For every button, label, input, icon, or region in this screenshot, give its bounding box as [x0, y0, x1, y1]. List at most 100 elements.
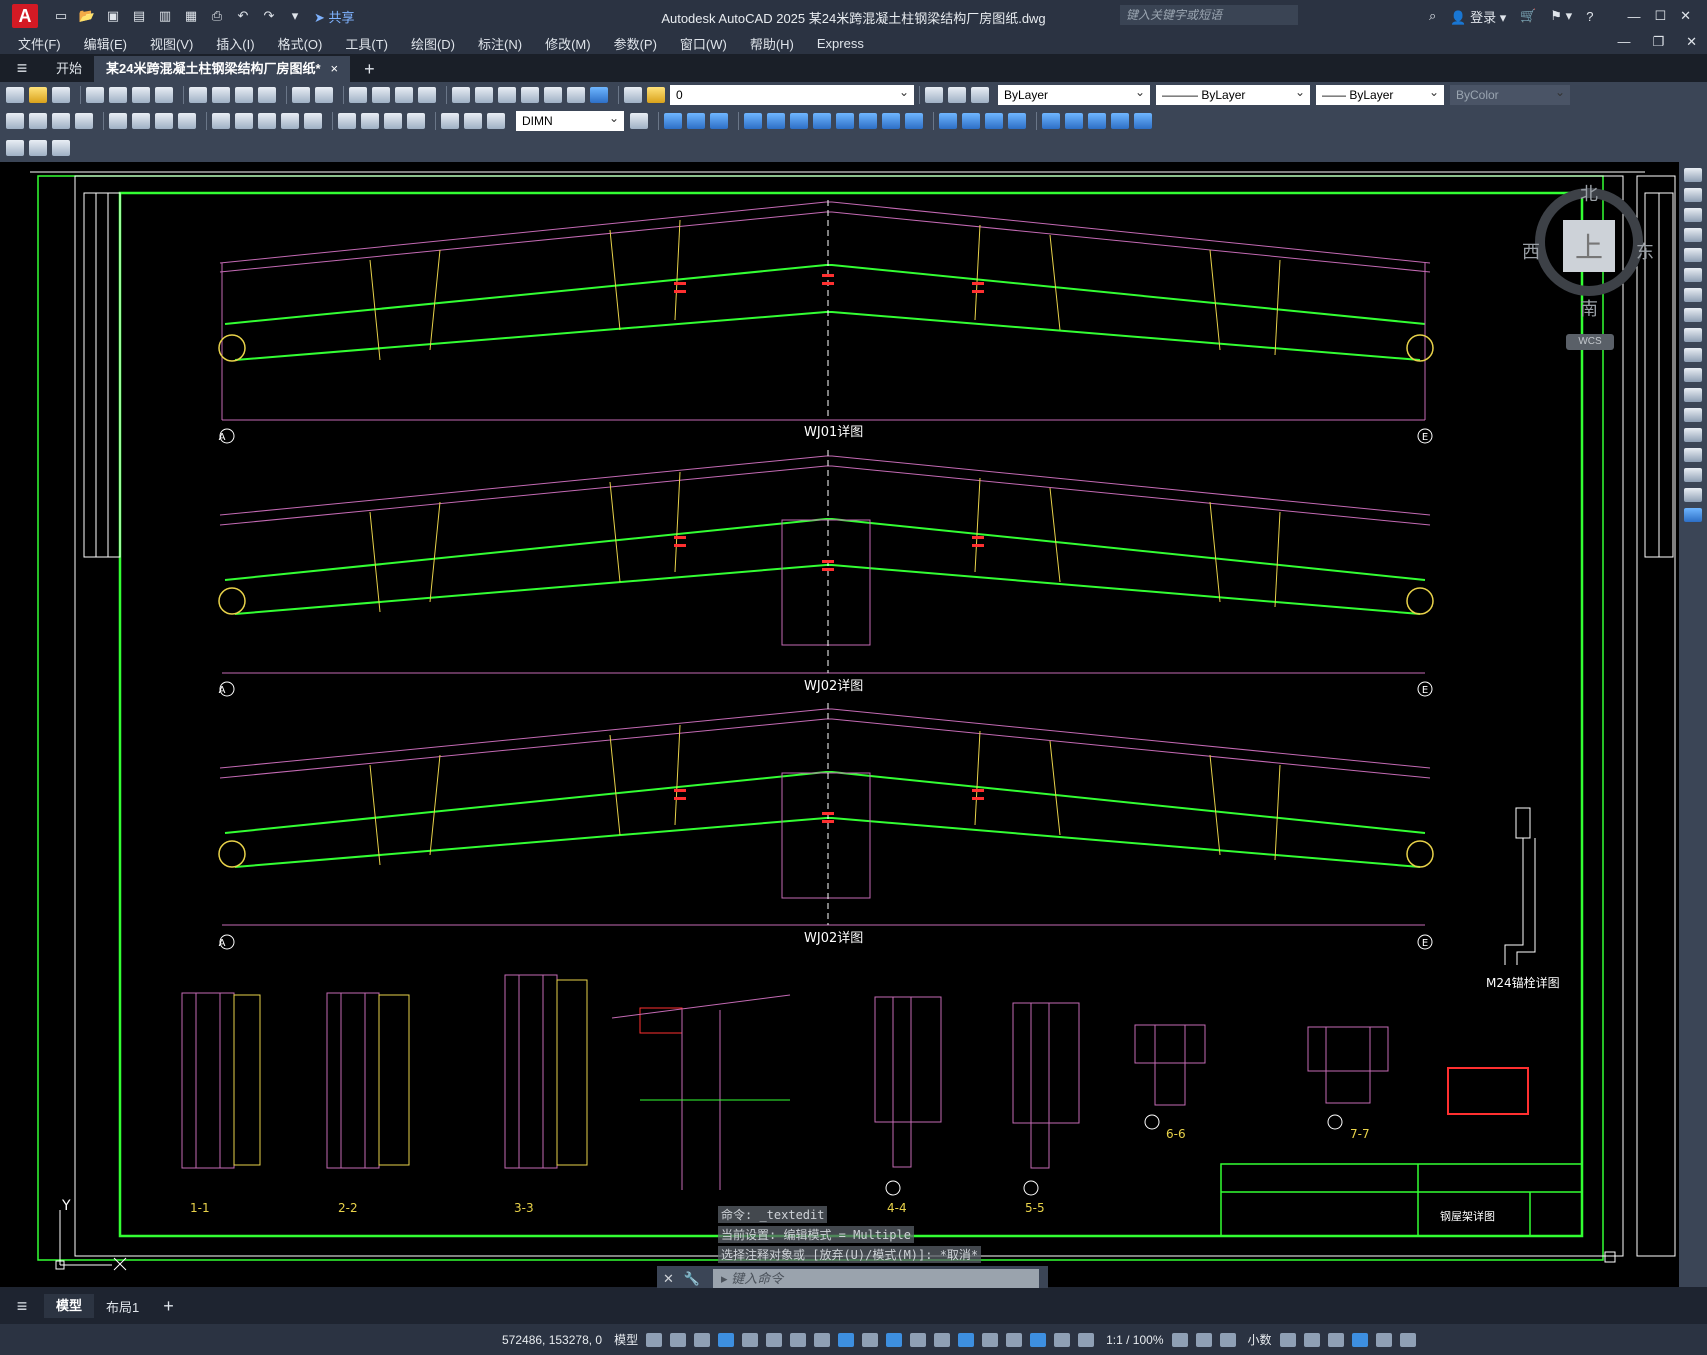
- layer-bulb-icon[interactable]: [647, 87, 665, 103]
- dim-aligned-icon[interactable]: [29, 113, 47, 129]
- modify-explode-icon[interactable]: [1042, 113, 1060, 129]
- menu-edit[interactable]: 编辑(E): [84, 34, 127, 53]
- sheet-set-icon[interactable]: [521, 87, 539, 103]
- menu-express[interactable]: Express: [817, 36, 864, 51]
- object-snap-icon[interactable]: [838, 1332, 855, 1347]
- paste-icon[interactable]: [235, 87, 253, 103]
- dimstyle-manager-icon[interactable]: [630, 113, 648, 129]
- break-icon[interactable]: [1684, 408, 1702, 422]
- lineweight-icon[interactable]: [862, 1332, 879, 1347]
- draworder-front-icon[interactable]: [1088, 113, 1106, 129]
- selection-cycling-icon[interactable]: [910, 1332, 927, 1347]
- modify-trim-icon[interactable]: [882, 113, 900, 129]
- design-center-icon[interactable]: [475, 87, 493, 103]
- dim-break-icon[interactable]: [304, 113, 322, 129]
- fillet-icon[interactable]: [1684, 468, 1702, 482]
- minimize-icon[interactable]: —: [1627, 9, 1640, 24]
- redo-icon[interactable]: ↷: [260, 8, 278, 24]
- block-insert-icon[interactable]: [29, 140, 47, 156]
- help-button[interactable]: ?: [1586, 9, 1593, 24]
- customize-dropdown-icon[interactable]: ▾: [286, 8, 304, 24]
- command-input[interactable]: ▸ 键入命令: [713, 1269, 1039, 1289]
- inspection-icon[interactable]: [384, 113, 402, 129]
- zoom-realtime-icon[interactable]: [372, 87, 390, 103]
- transparency-icon[interactable]: [886, 1332, 903, 1347]
- modify-stretch-icon[interactable]: [859, 113, 877, 129]
- menu-parametric[interactable]: 参数(P): [614, 34, 657, 53]
- annotation-visibility-icon[interactable]: [1030, 1332, 1047, 1347]
- coordinate-readout[interactable]: 572486, 153278, 0: [502, 1333, 602, 1347]
- qsave-icon[interactable]: [52, 87, 70, 103]
- dim-jogged-icon[interactable]: [132, 113, 150, 129]
- new-file-icon[interactable]: ▭: [52, 8, 70, 24]
- layout-menu-icon[interactable]: ≡: [0, 1294, 44, 1318]
- array-icon[interactable]: [1684, 248, 1702, 262]
- stretch-icon[interactable]: [1684, 328, 1702, 342]
- center-mark-icon[interactable]: [361, 113, 379, 129]
- draworder-back-icon[interactable]: [1111, 113, 1129, 129]
- modify-array-icon[interactable]: [767, 113, 785, 129]
- save-as-icon[interactable]: ▤: [130, 8, 148, 24]
- tool-palettes-icon[interactable]: [498, 87, 516, 103]
- autocad-logo-icon[interactable]: A: [12, 4, 38, 28]
- layer-state-icon[interactable]: [971, 87, 989, 103]
- help-search-input[interactable]: 键入关键字或短语: [1120, 5, 1298, 25]
- layer-properties-icon[interactable]: [624, 87, 642, 103]
- lock-ui-icon[interactable]: [1303, 1332, 1320, 1347]
- copy-icon[interactable]: [212, 87, 230, 103]
- dim-continue-icon[interactable]: [258, 113, 276, 129]
- undo-icon[interactable]: ↶: [234, 8, 252, 24]
- polar-tracking-icon[interactable]: [766, 1332, 783, 1347]
- save-to-web-icon[interactable]: ▦: [182, 8, 200, 24]
- tab-close-icon[interactable]: ×: [331, 61, 339, 76]
- dim-edit-icon[interactable]: [441, 113, 459, 129]
- new-tab-button[interactable]: +: [350, 56, 389, 82]
- plot-tool-icon[interactable]: [86, 87, 104, 103]
- annotation-scale-value[interactable]: 1:1 / 100%: [1106, 1333, 1163, 1347]
- dim-update-icon[interactable]: [487, 113, 505, 129]
- annotation-scale-icon[interactable]: [1078, 1332, 1095, 1347]
- model-space-button[interactable]: 模型: [614, 1331, 638, 1348]
- infer-constraints-icon[interactable]: [694, 1332, 711, 1347]
- viewcube-east[interactable]: 东: [1636, 238, 1654, 264]
- rotate-icon[interactable]: [1684, 288, 1702, 302]
- join-icon[interactable]: [1684, 428, 1702, 442]
- menu-view[interactable]: 视图(V): [150, 34, 193, 53]
- dim-radius-icon[interactable]: [109, 113, 127, 129]
- preview-icon[interactable]: [109, 87, 127, 103]
- zoom-previous-icon[interactable]: [418, 87, 436, 103]
- ortho-icon[interactable]: [742, 1332, 759, 1347]
- lineweight-dropdown[interactable]: —— ByLayer: [1316, 82, 1444, 105]
- menu-insert[interactable]: 插入(I): [216, 34, 254, 53]
- object-snap-tracking-icon[interactable]: [814, 1332, 831, 1347]
- dim-arc-icon[interactable]: [52, 113, 70, 129]
- units-value[interactable]: 小数: [1248, 1331, 1272, 1348]
- calculator-icon[interactable]: [567, 87, 585, 103]
- command-customize-icon[interactable]: 🔧: [684, 1271, 700, 1287]
- move-icon[interactable]: [1684, 268, 1702, 282]
- copy-object-icon[interactable]: [1684, 188, 1702, 202]
- menu-dimension[interactable]: 标注(N): [478, 34, 522, 53]
- maximize-icon[interactable]: ☐: [1654, 8, 1666, 24]
- modify-move-icon[interactable]: [790, 113, 808, 129]
- auto-scale-icon[interactable]: [1054, 1332, 1071, 1347]
- tab-drawing[interactable]: 某24米跨混凝土柱钢梁结构厂房图纸* ×: [94, 56, 351, 82]
- save-icon[interactable]: ▣: [104, 8, 122, 24]
- layer-previous-icon[interactable]: [948, 87, 966, 103]
- qnew-icon[interactable]: [6, 87, 24, 103]
- modify-scale-icon[interactable]: [836, 113, 854, 129]
- open-icon[interactable]: [29, 87, 47, 103]
- modify-rotate-icon[interactable]: [813, 113, 831, 129]
- menu-help[interactable]: 帮助(H): [750, 34, 794, 53]
- viewcube-west[interactable]: 西: [1522, 238, 1540, 264]
- pan-icon[interactable]: [349, 87, 367, 103]
- blend-icon[interactable]: [1684, 488, 1702, 502]
- dim-baseline-icon[interactable]: [235, 113, 253, 129]
- modify-join-icon[interactable]: [962, 113, 980, 129]
- tab-model[interactable]: 模型: [44, 1294, 95, 1318]
- menu-file[interactable]: 文件(F): [18, 34, 61, 53]
- clean-screen-icon[interactable]: [1375, 1332, 1392, 1347]
- 3d-osnap-icon[interactable]: [934, 1332, 951, 1347]
- matchprop-icon[interactable]: [258, 87, 276, 103]
- explode-icon[interactable]: [1684, 508, 1702, 522]
